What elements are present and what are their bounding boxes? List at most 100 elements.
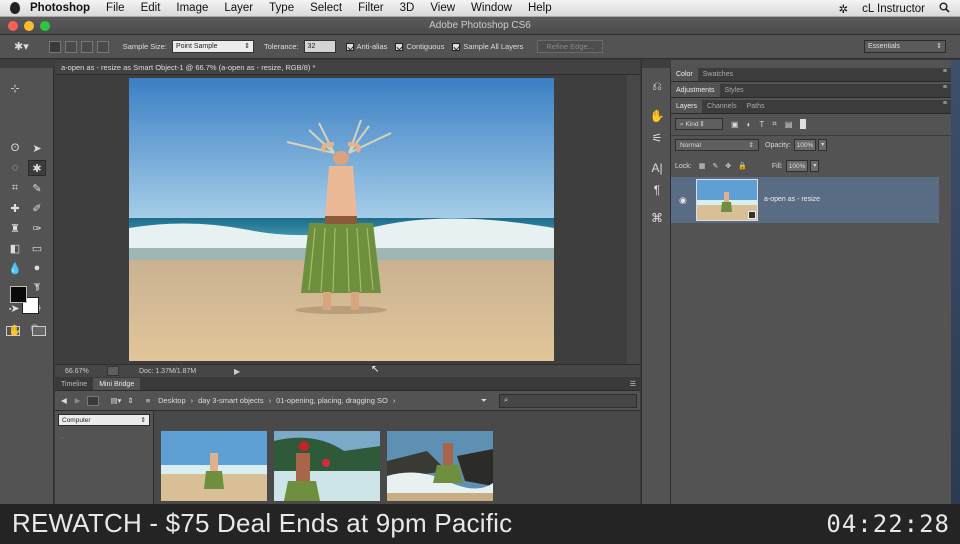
history-brush-icon[interactable]: ✑ [28, 220, 46, 236]
magic-wand-preset-icon[interactable]: ✱▾ [14, 40, 29, 53]
menu-edit[interactable]: Edit [141, 2, 161, 14]
filter-shape-icon[interactable]: ⌗ [772, 119, 777, 129]
lasso-tool-icon[interactable]: ʘ [6, 140, 24, 156]
canvas-image[interactable] [129, 78, 554, 361]
tab-layers[interactable]: Layers [671, 100, 703, 113]
magic-wand-tool-icon[interactable]: ✱ [28, 160, 46, 176]
tab-paths[interactable]: Paths [742, 100, 770, 113]
apple-icon[interactable] [10, 2, 20, 14]
tab-mini-bridge[interactable]: Mini Bridge [93, 378, 141, 390]
breadcrumb-desktop[interactable]: Desktop [158, 396, 186, 405]
anti-alias-checkbox[interactable] [345, 42, 354, 51]
tools-panel-header[interactable] [0, 60, 54, 68]
status-menu-arrow-icon[interactable]: ▶ [234, 367, 240, 376]
layer-thumbnail[interactable] [696, 179, 758, 221]
path-menu-icon[interactable]: ≡ [146, 396, 150, 405]
subtract-selection-icon[interactable] [80, 40, 93, 53]
foreground-color-swatch[interactable] [10, 286, 27, 303]
thumbnail-1[interactable] [161, 431, 267, 501]
zoom-window-icon[interactable] [40, 21, 50, 31]
properties-panel-icon[interactable]: ⌘ [649, 210, 665, 226]
tab-timeline[interactable]: Timeline [55, 378, 93, 390]
user-name[interactable]: cL Instructor [862, 3, 925, 15]
bridge-search-input[interactable]: ⌕ [499, 393, 637, 408]
fill-dropdown-icon[interactable]: ▾ [810, 160, 820, 172]
screen-mode-icon[interactable] [32, 326, 46, 336]
crop-tool-icon[interactable]: ⌗ [6, 180, 24, 196]
panel-menu-icon[interactable]: ☰ [630, 380, 636, 388]
contiguous-checkbox[interactable] [395, 42, 404, 51]
blend-mode-select[interactable]: Normal ⇕ [675, 139, 759, 151]
layer-name[interactable]: a-open as - resize [764, 196, 820, 203]
swap-colors-icon[interactable]: ↰ [34, 283, 41, 292]
sample-size-select[interactable]: Point Sample ⇕ [171, 40, 254, 53]
thumbnail-3[interactable] [387, 431, 493, 501]
gradient-tool-icon[interactable]: ▭ [28, 240, 46, 256]
location-select[interactable]: Computer ⇕ [58, 414, 150, 426]
quick-mask-icon[interactable] [6, 326, 20, 336]
filter-toggle-icon[interactable] [800, 119, 807, 129]
intersect-selection-icon[interactable] [96, 40, 109, 53]
brush-tool-icon[interactable]: ✐ [28, 200, 46, 216]
menu-window[interactable]: Window [471, 2, 512, 14]
menu-type[interactable]: Type [269, 2, 294, 14]
tab-color[interactable]: Color [671, 68, 698, 81]
menu-image[interactable]: Image [176, 2, 208, 14]
filter-pixel-icon[interactable]: ▣ [731, 120, 739, 129]
canvas-area[interactable] [55, 75, 627, 364]
filter-smart-object-icon[interactable]: ▤ [785, 120, 793, 129]
visibility-eye-icon[interactable]: ◉ [679, 195, 687, 206]
opacity-dropdown-icon[interactable]: ▾ [818, 139, 828, 151]
default-colors-icon[interactable]: ▪ [9, 306, 11, 313]
menu-file[interactable]: File [106, 2, 125, 14]
blur-tool-icon[interactable]: 💧 [6, 260, 24, 276]
tab-channels[interactable]: Channels [702, 100, 742, 113]
eyedropper-tool-icon[interactable]: ✎ [28, 180, 46, 196]
menu-select[interactable]: Select [310, 2, 342, 14]
canvas-vertical-scrollbar[interactable] [627, 75, 640, 364]
lock-all-icon[interactable]: 🔒 [738, 162, 747, 170]
character-panel-icon[interactable]: A| [649, 160, 665, 176]
filter-adjustment-icon[interactable]: ◐ [747, 120, 752, 129]
workspace-select[interactable]: Essentials ⇕ [864, 40, 946, 53]
eraser-tool-icon[interactable]: ◧ [6, 240, 24, 256]
opacity-input[interactable]: 100% [793, 139, 817, 151]
back-arrow-icon[interactable]: ◀ [61, 396, 67, 405]
panel-menu-icon[interactable]: ≡ [943, 100, 947, 107]
breadcrumb-folder[interactable]: 01-opening, placing, dragging SO [276, 396, 388, 405]
kind-filter-select[interactable]: ⌕ Kind ⇕ [675, 118, 723, 130]
sample-all-layers-checkbox[interactable] [452, 42, 461, 51]
zoom-level[interactable]: 66.67% [65, 368, 99, 375]
actions-panel-icon[interactable]: ✋ [649, 108, 665, 124]
lock-pixels-icon[interactable]: ✎ [712, 162, 718, 170]
tab-styles[interactable]: Styles [720, 84, 749, 97]
menu-app-name[interactable]: Photoshop [30, 2, 90, 14]
menu-layer[interactable]: Layer [224, 2, 253, 14]
menu-view[interactable]: View [430, 2, 455, 14]
filter-type-icon[interactable]: T [759, 120, 764, 129]
minimize-window-icon[interactable] [24, 21, 34, 31]
close-window-icon[interactable] [8, 21, 18, 31]
parent-folder-icon[interactable] [86, 395, 99, 406]
brush-presets-icon[interactable]: ⚟ [649, 130, 665, 146]
quick-selection-tool-icon[interactable]: ◌ [6, 160, 24, 176]
share-icon[interactable] [107, 366, 119, 376]
new-selection-icon[interactable] [48, 40, 61, 53]
thumbnail-2[interactable] [274, 431, 380, 501]
tab-swatches[interactable]: Swatches [698, 68, 738, 81]
fill-input[interactable]: 100% [785, 160, 809, 172]
healing-brush-icon[interactable]: ✚ [6, 200, 24, 216]
dock-header[interactable] [642, 60, 672, 68]
view-icon[interactable]: ▤▾ [111, 396, 122, 405]
tab-adjustments[interactable]: Adjustments [671, 84, 720, 97]
dodge-tool-icon[interactable]: ● [28, 260, 46, 276]
menu-help[interactable]: Help [528, 2, 552, 14]
move-tool-icon[interactable]: ⊹ [6, 80, 24, 96]
document-tab[interactable]: a-open as - resize as Smart Object-1 @ 6… [55, 60, 640, 75]
forward-arrow-icon[interactable]: ▶ [75, 396, 81, 405]
brightness-icon[interactable]: ✲ [839, 2, 849, 16]
refine-edge-button[interactable]: Refine Edge... [537, 40, 603, 53]
add-selection-icon[interactable] [64, 40, 77, 53]
history-panel-icon[interactable]: ⎌ [649, 78, 665, 94]
move-arrow-tool-icon[interactable]: ➤ [28, 140, 46, 156]
